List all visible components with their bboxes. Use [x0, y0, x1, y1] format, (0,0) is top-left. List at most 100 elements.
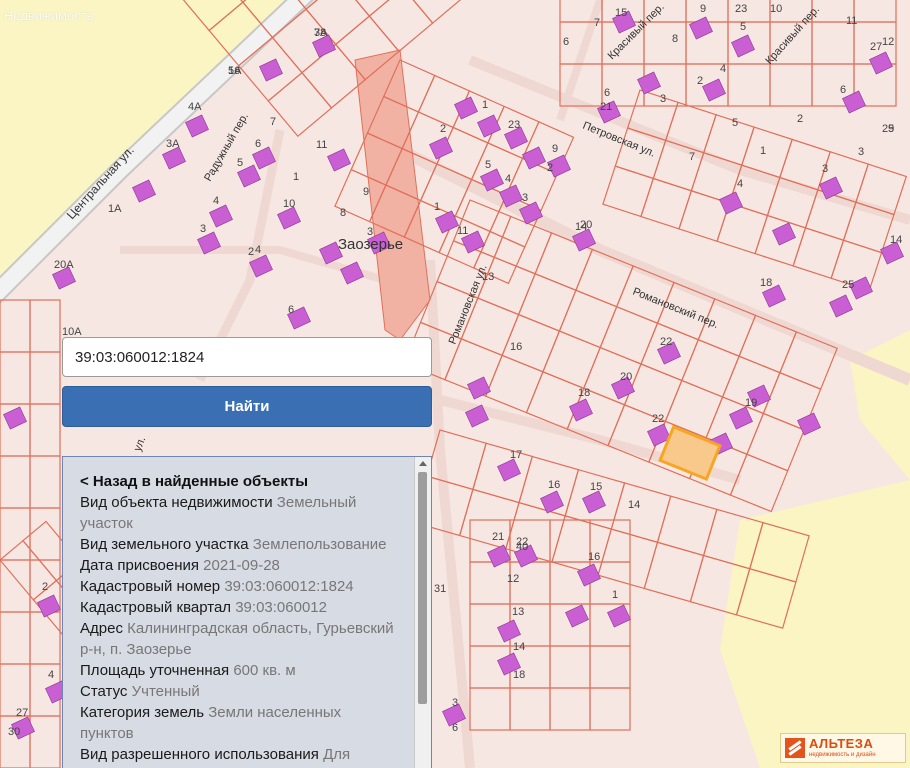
parcel-number-label: 1: [434, 201, 440, 213]
parcel-number-label: 10: [770, 3, 782, 15]
info-label: Вид разрешенного использования: [80, 746, 319, 763]
parcel-number-label: 9: [552, 143, 558, 155]
parcel-number-label: 21: [600, 101, 612, 113]
parcel-number-label: 18: [578, 387, 590, 399]
parcel-number-label: 23: [508, 119, 520, 131]
scroll-up-arrow-icon[interactable]: [419, 461, 427, 466]
parcel-number-label: 4: [48, 669, 54, 681]
parcel-number-label: 30: [8, 726, 20, 738]
parcel-number-label: 2: [547, 162, 553, 174]
parcel-number-label: 7: [689, 151, 695, 163]
parcel-number-label: 18: [513, 669, 525, 681]
parcel-number-label: 7: [594, 17, 600, 29]
parcel-number-label: 15: [615, 7, 627, 19]
parcel-number-label: 14: [628, 499, 640, 511]
parcel-number-label: 17: [510, 449, 522, 461]
parcel-number-label: 2: [42, 581, 48, 593]
parcel-number-label: 3: [367, 226, 373, 238]
info-row-cadastral-quarter: Кадастровый квартал 39:03:060012: [80, 597, 398, 618]
info-row-permitted-use: Вид разрешенного использования Для индив…: [80, 744, 398, 768]
info-label: Вид объекта недвижимости: [80, 494, 273, 511]
info-label: Кадастровый квартал: [80, 599, 232, 616]
parcel-number-label: 16: [228, 65, 240, 77]
logo-tagline: недвижимость и дизайн: [809, 752, 876, 758]
parcel-number-label: 1: [612, 589, 618, 601]
info-value: 600 кв. м: [233, 662, 296, 679]
info-label: Статус: [80, 683, 128, 700]
parcel-number-label: 31: [434, 583, 446, 595]
info-label: Категория земель: [80, 704, 205, 721]
parcel-number-label: 13: [482, 271, 494, 283]
parcel-number-label: 16: [548, 479, 560, 491]
parcel-number-label: 6: [604, 87, 610, 99]
parcel-number-label: 2: [440, 123, 446, 135]
parcel-number-label: 5: [485, 159, 491, 171]
panel-scrollbar[interactable]: [414, 457, 431, 768]
parcel-number-label: 2: [697, 75, 703, 87]
parcel-number-label: 6: [840, 84, 846, 96]
watermark: Недвижимость: [4, 8, 94, 23]
info-label: Адрес: [80, 620, 123, 637]
parcel-number-label: 3: [522, 192, 528, 204]
altezа-logo: АЛЬТЕЗА недвижимость и дизайн: [780, 733, 906, 763]
parcel-number-label: 21: [492, 531, 504, 543]
parcel-number-label: 8: [672, 33, 678, 45]
scrollbar-thumb[interactable]: [418, 472, 427, 704]
parcel-number-label: 29: [882, 123, 894, 135]
parcel-number-label: 3: [660, 93, 666, 105]
parcel-number-label: 40: [516, 541, 528, 553]
back-to-results-link[interactable]: < Назад в найденные объекты: [80, 471, 398, 492]
parcel-number-label: 12: [882, 36, 894, 48]
parcel-number-label: 11: [316, 139, 327, 151]
parcel-number-label: 20А: [54, 259, 74, 271]
parcel-number-label: 18: [760, 277, 772, 289]
parcel-number-label: 27: [870, 41, 882, 53]
logo-mark-icon: [785, 738, 805, 758]
field-area-southeast: [720, 480, 910, 768]
parcel-number-label: 5: [740, 21, 746, 33]
parcel-number-label: 2: [248, 246, 254, 258]
parcel-number-label: 3: [452, 697, 458, 709]
info-label: Дата присвоения: [80, 557, 199, 574]
parcel-number-label: 6: [288, 304, 294, 316]
parcel-number-label: 20: [580, 219, 592, 231]
parcel-info-content: < Назад в найденные объекты Вид объекта …: [80, 471, 398, 768]
parcel-number-label: 8: [340, 207, 346, 219]
parcel-number-label: 10: [283, 198, 295, 210]
cadastral-search-input[interactable]: [62, 337, 432, 377]
parcel-number-label: 2: [797, 113, 803, 125]
parcel-number-label: 4: [255, 244, 261, 256]
parcel-number-label: 5: [732, 117, 738, 129]
info-row-cadastral-number: Кадастровый номер 39:03:060012:1824: [80, 576, 398, 597]
parcel-number-label: 22: [660, 336, 672, 348]
parcel-number-label: 4А: [188, 101, 202, 113]
info-row-area: Площадь уточненная 600 кв. м: [80, 660, 398, 681]
info-row-land-category: Категория земель Земли населенных пункто…: [80, 702, 398, 744]
parcel-number-label: 16: [588, 551, 600, 563]
info-value: 2021-09-28: [203, 557, 280, 574]
info-label: Кадастровый номер: [80, 578, 221, 595]
parcel-number-label: 16: [510, 341, 522, 353]
parcel-number-label: 38: [314, 27, 326, 39]
parcel-number-label: 4: [213, 195, 219, 207]
parcel-number-label: 4: [720, 63, 726, 75]
parcel-number-label: 19: [745, 397, 757, 409]
parcel-number-label: 11: [846, 15, 857, 27]
info-value: 39:03:060012: [235, 599, 327, 616]
info-label: Площадь уточненная: [80, 662, 230, 679]
parcel-number-label: 4: [505, 173, 511, 185]
parcel-number-label: 14: [890, 234, 902, 246]
parcel-number-label: 14: [513, 641, 525, 653]
info-value: Учтенный: [131, 683, 200, 700]
parcel-info-panel: < Назад в найденные объекты Вид объекта …: [62, 456, 432, 768]
parcel-number-label: 9: [363, 186, 369, 198]
parcel-number-label: 1А: [108, 203, 122, 215]
parcel-number-label: 4: [737, 178, 743, 190]
parcel-number-label: 3А: [166, 138, 180, 150]
parcel-number-label: 3: [200, 223, 206, 235]
info-value: Землепользование: [252, 536, 387, 553]
find-button[interactable]: Найти: [62, 386, 432, 427]
parcel-number-label: 13: [512, 606, 524, 618]
parcel-number-label: 25: [842, 279, 854, 291]
parcel-number-label: 5: [237, 157, 243, 169]
